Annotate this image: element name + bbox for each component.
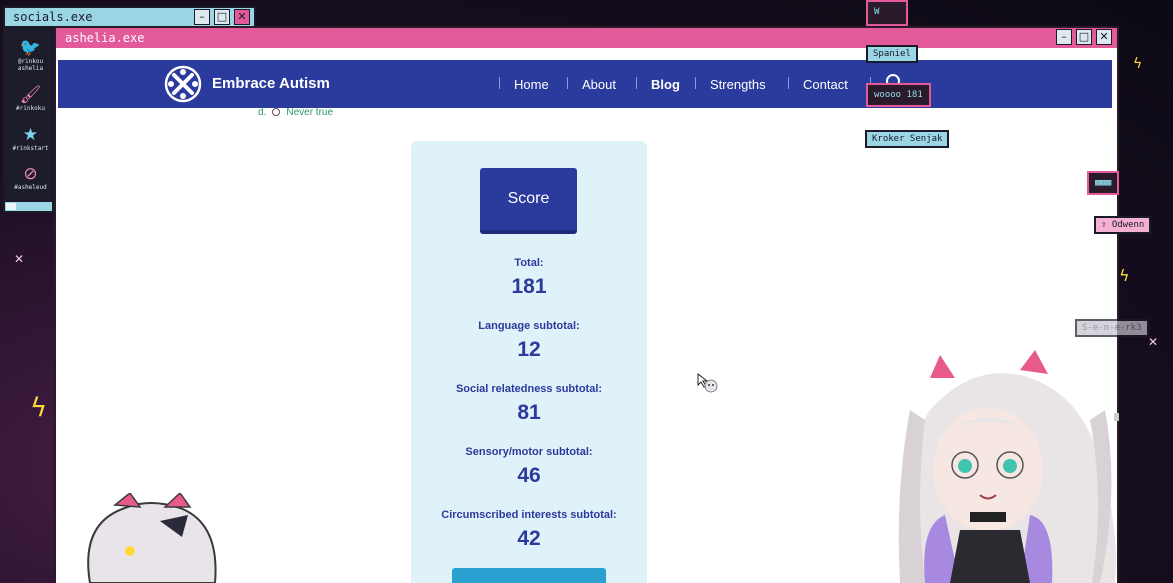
main-window-titlebar[interactable]: ashelia.exe – □ ✕ [56, 28, 1117, 48]
social-link-stream[interactable]: ★ #rinkstart [5, 125, 56, 152]
embrace-autism-logo-icon[interactable] [163, 64, 203, 104]
social-label: @rinkou ashelia [17, 58, 44, 72]
socials-window-title: socials.exe [13, 10, 93, 24]
chibi-avatar [87, 493, 217, 583]
answer-option-letter: d. [258, 107, 267, 118]
stat-value-language: 12 [517, 338, 541, 361]
close-button[interactable]: ✕ [234, 9, 250, 25]
stat-label-total: Total: [514, 257, 544, 269]
chat-username: Kroker Senjak [865, 130, 950, 148]
stat-value-social: 81 [517, 401, 541, 424]
prohibited-icon: ⊘ [23, 164, 38, 184]
maximize-button[interactable]: □ [1076, 29, 1092, 45]
chat-username: S-e-n-e-rk3 [1075, 319, 1149, 337]
close-button[interactable]: ✕ [1096, 29, 1112, 45]
paintbrush-icon: 🖌 [19, 85, 42, 105]
nav-separator [695, 77, 696, 89]
site-brand[interactable]: Embrace Autism [212, 75, 330, 92]
chat-message: ▩▩▩ [1087, 171, 1120, 195]
stat-value-circumscribed: 42 [517, 527, 541, 550]
social-label: #rinkoku [16, 105, 45, 112]
minimize-button[interactable]: – [1056, 29, 1072, 45]
twitter-bird-icon: 🐦 [19, 38, 42, 58]
score-card: Score Total: 181 Language subtotal: 12 S… [411, 141, 647, 583]
sparkle-icon: ✕ [14, 252, 25, 266]
nav-separator [499, 77, 500, 89]
nav-blog[interactable]: Blog [651, 77, 680, 92]
scrollbar-thumb[interactable] [6, 203, 16, 210]
lightning-icon: ϟ [1133, 56, 1143, 72]
chat-username: ⇧ Odwenn [1094, 216, 1152, 234]
mouse-cursor-icon [697, 373, 718, 393]
nav-separator [567, 77, 568, 89]
vtuber-avatar [898, 350, 1116, 583]
chat-username: Spaniel [866, 45, 918, 63]
next-button[interactable] [452, 568, 606, 583]
lightning-icon: ϟ [1119, 266, 1130, 285]
nav-separator [636, 77, 637, 89]
stat-label-circumscribed: Circumscribed interests subtotal: [441, 509, 617, 521]
stat-label-language: Language subtotal: [478, 320, 580, 332]
star-icon: ★ [22, 125, 39, 145]
nav-contact[interactable]: Contact [803, 77, 848, 92]
stat-label-sensory: Sensory/motor subtotal: [465, 446, 593, 458]
main-window-title: ashelia.exe [65, 31, 145, 45]
social-link-nsfw[interactable]: ⊘ #asheleud [5, 164, 56, 191]
stat-value-total: 181 [511, 275, 547, 298]
social-link-art[interactable]: 🖌 #rinkoku [5, 85, 56, 112]
stat-value-sensory: 46 [517, 464, 541, 487]
nav-home[interactable]: Home [514, 77, 549, 92]
social-label: #asheleud [14, 184, 47, 191]
stat-label-social: Social relatedness subtotal: [455, 383, 603, 395]
maximize-button[interactable]: □ [214, 9, 230, 25]
nav-separator [788, 77, 789, 89]
radio-button[interactable] [272, 108, 281, 116]
nav-about[interactable]: About [582, 77, 616, 92]
socials-window-titlebar[interactable]: socials.exe – □ ✕ [3, 6, 256, 28]
nav-strengths[interactable]: Strengths [710, 77, 766, 92]
score-button[interactable]: Score [480, 168, 577, 234]
chat-message: W [866, 0, 908, 26]
answer-option-text: Never true [286, 107, 334, 118]
social-link-twitter[interactable]: 🐦 @rinkou ashelia [5, 38, 56, 72]
sparkle-icon: ✕ [1148, 335, 1159, 349]
site-header: Embrace Autism Home About Blog Strengths… [58, 60, 1112, 108]
answer-option-d[interactable]: d. Never true [258, 107, 333, 118]
lightning-icon: ϟ [30, 393, 48, 423]
minimize-button[interactable]: – [194, 9, 210, 25]
chat-message: woooo 181 [866, 83, 931, 107]
socials-scrollbar[interactable] [3, 200, 54, 213]
social-label: #rinkstart [12, 145, 49, 152]
socials-panel: 🐦 @rinkou ashelia 🖌 #rinkoku ★ #rinkstar… [3, 28, 54, 213]
